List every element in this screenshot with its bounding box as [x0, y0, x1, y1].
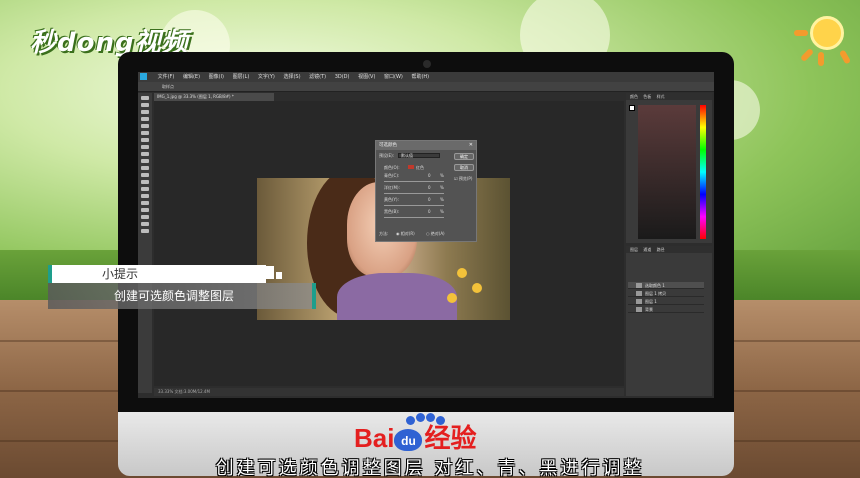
tab-swatches[interactable]: 色板: [643, 94, 651, 99]
tip-body: 创建可选颜色调整图层: [48, 283, 316, 309]
brush-tool-icon[interactable]: [141, 145, 149, 149]
layer-row[interactable]: 选取颜色 1: [628, 282, 704, 289]
tab-channels[interactable]: 通道: [643, 247, 651, 252]
tab-paths[interactable]: 路径: [657, 247, 665, 252]
layers-panel-tabs: 图层 通道 路径: [626, 246, 712, 253]
menu-bar: 文件(F) 编辑(E) 图像(I) 图层(L) 文字(Y) 选择(S) 滤镜(T…: [138, 72, 714, 82]
menu-file[interactable]: 文件(F): [158, 72, 175, 82]
colors-label: 颜色(O):: [384, 165, 400, 170]
layer-row[interactable]: 图层 1: [628, 298, 704, 305]
eraser-tool-icon[interactable]: [141, 166, 149, 170]
magenta-unit: %: [440, 185, 444, 190]
gradient-tool-icon[interactable]: [141, 173, 149, 177]
photoshop-window: 文件(F) 编辑(E) 图像(I) 图层(L) 文字(Y) 选择(S) 滤镜(T…: [138, 72, 714, 398]
cyan-unit: %: [440, 173, 444, 178]
dodge-tool-icon[interactable]: [141, 187, 149, 191]
shape-tool-icon[interactable]: [141, 215, 149, 219]
photoshop-icon: [140, 73, 147, 80]
tab-color[interactable]: 颜色: [630, 94, 638, 99]
menu-type[interactable]: 文字(Y): [258, 72, 275, 82]
yellow-value[interactable]: 0: [428, 197, 431, 202]
menu-filter[interactable]: 滤镜(T): [309, 72, 326, 82]
menu-layer[interactable]: 图层(L): [233, 72, 250, 82]
dialog-title: 可选颜色 ✕: [376, 141, 476, 150]
colors-select[interactable]: 红色: [416, 165, 424, 171]
color-spectrum-bar[interactable]: [700, 105, 706, 239]
yellow-label: 黄色(Y):: [384, 197, 399, 202]
layer-row[interactable]: 图层 1 拷贝: [628, 290, 704, 297]
black-slider[interactable]: [384, 217, 444, 218]
magenta-slider[interactable]: [384, 193, 444, 194]
layers-panel: 图层 通道 路径 选取颜色 1 图层 1 拷贝 图层 1 背景: [626, 246, 712, 396]
menu-image[interactable]: 图像(I): [209, 72, 224, 82]
red-color-swatch: [408, 165, 414, 169]
eyedropper-tool-icon[interactable]: [141, 131, 149, 135]
menu-select[interactable]: 选择(S): [283, 72, 300, 82]
black-label: 黑色(B):: [384, 209, 400, 214]
cyan-slider[interactable]: [384, 181, 444, 182]
healing-tool-icon[interactable]: [141, 138, 149, 142]
tip-decoration: [276, 272, 282, 279]
tip-decoration: [266, 266, 274, 279]
menu-view[interactable]: 视图(V): [358, 72, 375, 82]
lasso-tool-icon[interactable]: [141, 110, 149, 114]
yellow-unit: %: [440, 197, 444, 202]
color-panel-tabs: 颜色 色板 样式: [626, 93, 712, 100]
blur-tool-icon[interactable]: [141, 180, 149, 184]
ok-button[interactable]: 确定: [454, 153, 474, 160]
magic-wand-tool-icon[interactable]: [141, 117, 149, 121]
color-picker-field[interactable]: [638, 105, 696, 239]
video-subtitle: 创建可选颜色调整图层 对红、青、黑进行调整: [215, 458, 645, 478]
tab-layers[interactable]: 图层: [630, 247, 638, 252]
method-absolute-radio[interactable]: ○ 绝对(A): [426, 231, 445, 237]
layer-row[interactable]: 背景: [628, 306, 704, 313]
tools-panel: [138, 93, 152, 393]
options-label[interactable]: 取样点: [162, 84, 174, 90]
baidu-jingyan-logo: Bai du 经验: [354, 423, 477, 453]
magenta-label: 洋红(M):: [384, 185, 400, 190]
marquee-tool-icon[interactable]: [141, 103, 149, 107]
menu-edit[interactable]: 编辑(E): [183, 72, 200, 82]
sun-icon: [794, 8, 852, 66]
hand-tool-icon[interactable]: [141, 222, 149, 226]
type-tool-icon[interactable]: [141, 201, 149, 205]
baidu-paw-icon: [406, 416, 415, 425]
path-select-icon[interactable]: [141, 208, 149, 212]
tip-heading: 小提示: [48, 265, 266, 283]
webcam: [423, 60, 431, 68]
history-brush-icon[interactable]: [141, 159, 149, 163]
yellow-slider[interactable]: [384, 205, 444, 206]
menu-window[interactable]: 窗口(W): [384, 72, 403, 82]
menu-3d[interactable]: 3D(D): [335, 72, 350, 82]
crop-tool-icon[interactable]: [141, 124, 149, 128]
magenta-value[interactable]: 0: [428, 185, 431, 190]
foreground-swatch[interactable]: [629, 105, 635, 111]
cyan-label: 青色(C):: [384, 173, 400, 178]
move-tool-icon[interactable]: [141, 96, 149, 100]
color-panel: 颜色 色板 样式: [626, 93, 712, 243]
baidu-paw-icon: [436, 416, 445, 425]
preset-label: 预设(E):: [379, 153, 394, 158]
menu-help[interactable]: 帮助(H): [411, 72, 429, 82]
preview-checkbox[interactable]: ☑ 预览(P): [454, 176, 472, 182]
black-unit: %: [440, 209, 444, 214]
preset-select[interactable]: 默认值: [398, 153, 440, 158]
baidu-paw-icon: [426, 413, 435, 422]
cancel-button[interactable]: 取消: [454, 164, 474, 171]
tab-styles[interactable]: 样式: [657, 94, 665, 99]
method-label: 方法:: [379, 231, 389, 236]
baidu-paw-icon: [416, 413, 425, 422]
document-tab[interactable]: IMG_1.jpg @ 33.3% (图层 1, RGB/8#) *: [154, 93, 274, 101]
stamp-tool-icon[interactable]: [141, 152, 149, 156]
cyan-value[interactable]: 0: [428, 173, 431, 178]
pen-tool-icon[interactable]: [141, 194, 149, 198]
black-value[interactable]: 0: [428, 209, 431, 214]
options-bar: 取样点: [138, 82, 714, 92]
zoom-tool-icon[interactable]: [141, 229, 149, 233]
method-relative-radio[interactable]: ◉ 相对(R): [396, 231, 415, 237]
selective-color-dialog: 可选颜色 ✕ 预设(E): 默认值 确定 取消 ☑ 预览(P) 颜色(O): 红…: [375, 140, 477, 242]
close-icon[interactable]: ✕: [469, 141, 473, 150]
status-bar: 33.33% 文档:3.00M/12.4M: [154, 388, 624, 396]
